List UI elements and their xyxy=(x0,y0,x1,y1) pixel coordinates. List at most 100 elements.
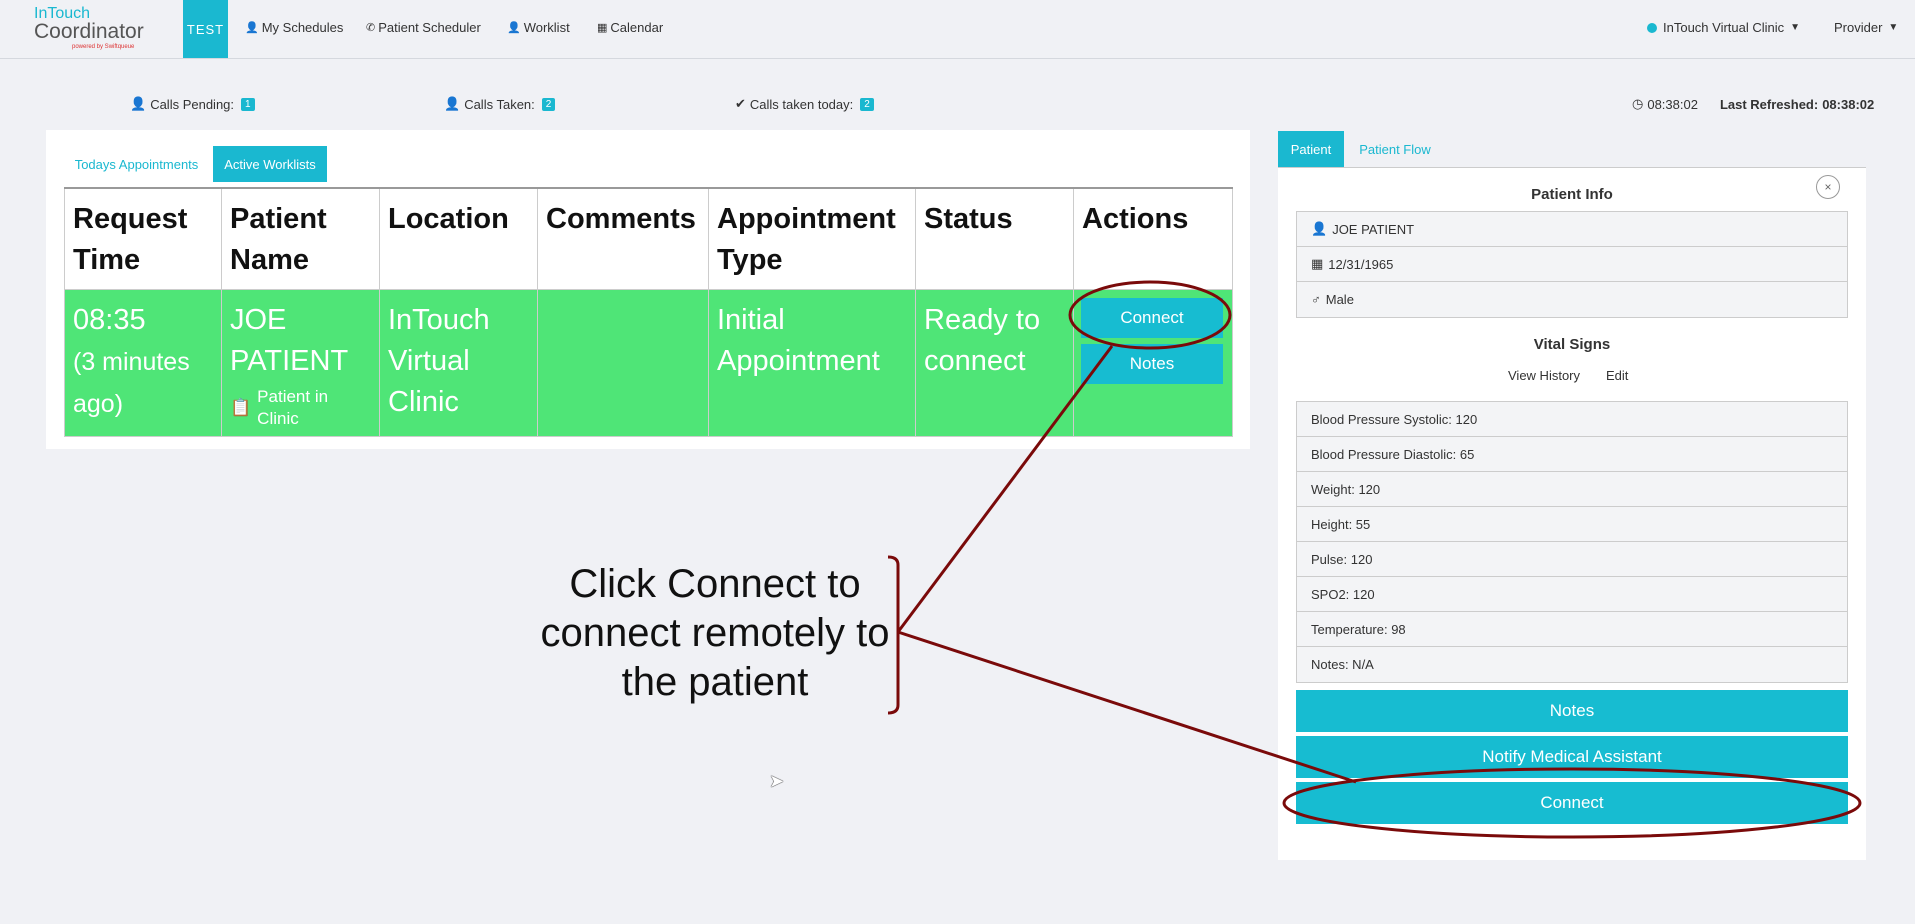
clock-time: 08:38:02 xyxy=(1647,96,1698,112)
clock-icon: ◷ xyxy=(1632,96,1644,111)
chevron-down-icon: ▼ xyxy=(1790,22,1801,33)
user-icon: 👤 xyxy=(245,22,259,34)
patient-info-dob: ▦ 12/31/1965 xyxy=(1297,247,1847,282)
col-header-status[interactable]: Status xyxy=(915,187,1074,290)
patient-info-title: Patient Info xyxy=(1531,186,1613,203)
panel-connect-button[interactable]: Connect xyxy=(1296,782,1848,824)
user-icon: 👤 xyxy=(130,96,147,111)
patient-in-clinic-note: 📋 Patient in Clinic xyxy=(230,386,371,430)
patient-info-dob-text: 12/31/1965 xyxy=(1328,256,1394,272)
table-header-row: Request Time Patient Name Location Comme… xyxy=(64,187,1233,290)
patient-name-value: JOE PATIENT xyxy=(230,304,349,377)
vital-signs-title: Vital Signs xyxy=(1533,336,1611,353)
env-tab-test[interactable]: TEST xyxy=(183,0,228,58)
tab-todays-appointments[interactable]: Todays Appointments xyxy=(64,146,209,182)
calendar-icon: ▦ xyxy=(597,22,608,34)
request-time-ago: (3 minutes ago) xyxy=(73,348,190,418)
vital-notes: Notes: N/A xyxy=(1311,657,1374,672)
calls-taken-stat: 👤 Calls Taken: 2 xyxy=(444,96,556,112)
nav-patient-scheduler-label: Patient Scheduler xyxy=(378,20,481,35)
cell-comments xyxy=(537,289,709,437)
tab-divider xyxy=(1278,167,1866,168)
request-time-value: 08:35 xyxy=(73,304,146,336)
logo-sub-text: powered by Swiftqueue xyxy=(72,44,135,50)
vital-height: Height: 55 xyxy=(1297,507,1847,542)
col-header-appointment-type[interactable]: Appointment Type xyxy=(708,187,916,290)
appointments-table: Request Time Patient Name Location Comme… xyxy=(64,187,1233,437)
nav-my-schedules-label: My Schedules xyxy=(261,20,344,35)
nav-worklist-label: Worklist xyxy=(523,20,570,35)
calls-pending-badge: 1 xyxy=(241,97,255,111)
panel-notes-button[interactable]: Notes xyxy=(1296,690,1848,732)
annotation-callout-text: Click Connect to connect remotely to the… xyxy=(540,562,890,704)
notify-medical-assistant-button[interactable]: Notify Medical Assistant xyxy=(1296,736,1848,778)
clipboard-icon: 📋 xyxy=(230,398,252,417)
col-header-request-time[interactable]: Request Time xyxy=(64,187,222,290)
calls-pending-stat: 👤 Calls Pending: 1 xyxy=(130,96,255,112)
male-icon: ♂ xyxy=(1311,292,1321,307)
cell-actions: Connect Notes xyxy=(1073,289,1233,437)
logo-main-text: Coordinator xyxy=(34,20,144,43)
cell-patient-name: JOE PATIENT 📋 Patient in Clinic xyxy=(221,289,380,437)
check-circle-icon: ✔ xyxy=(735,96,746,111)
calls-pending-label: Calls Pending: xyxy=(150,96,235,112)
clinic-selector[interactable]: InTouch Virtual Clinic ▼ xyxy=(1647,20,1800,35)
vital-temperature: Temperature: 98 xyxy=(1297,612,1847,647)
patient-info-box: 👤 JOE PATIENT ▦ 12/31/1965 ♂ Male xyxy=(1296,211,1848,318)
row-connect-button[interactable]: Connect xyxy=(1081,298,1223,338)
col-header-comments[interactable]: Comments xyxy=(537,187,709,290)
col-header-actions: Actions xyxy=(1073,187,1233,290)
provider-menu-label: Provider xyxy=(1834,20,1883,35)
cell-appointment-type: Initial Appointment xyxy=(708,289,916,437)
cell-request-time: 08:35 (3 minutes ago) xyxy=(64,289,222,437)
patient-note-text: Patient in Clinic xyxy=(257,387,329,428)
nav-calendar-label: Calendar xyxy=(610,20,664,35)
nav-worklist[interactable]: 👤 Worklist xyxy=(507,20,570,35)
col-header-patient-name[interactable]: Patient Name xyxy=(221,187,380,290)
calendar-icon: ▦ xyxy=(1311,256,1324,271)
user-md-icon: 👤 xyxy=(507,22,521,34)
row-notes-button[interactable]: Notes xyxy=(1081,344,1223,384)
calls-today-badge: 2 xyxy=(860,97,874,111)
nav-calendar[interactable]: ▦ Calendar xyxy=(597,20,663,35)
last-refreshed-label: Last Refreshed: xyxy=(1719,96,1819,112)
app-logo[interactable]: InTouch Coordinator powered by Swiftqueu… xyxy=(34,6,144,51)
patient-info-name: 👤 JOE PATIENT xyxy=(1297,212,1847,247)
patient-info-name-text: JOE PATIENT xyxy=(1332,221,1415,237)
clinic-selector-label: InTouch Virtual Clinic xyxy=(1663,20,1785,35)
last-refreshed-time: 08:38:02 xyxy=(1822,96,1875,112)
top-navbar: InTouch Coordinator powered by Swiftqueu… xyxy=(0,0,1915,59)
patient-info-sex: ♂ Male xyxy=(1297,282,1847,317)
col-header-location[interactable]: Location xyxy=(379,187,538,290)
cell-status: Ready to connect xyxy=(915,289,1074,437)
calls-taken-badge: 2 xyxy=(541,97,556,111)
vital-spo2: SPO2: 120 xyxy=(1297,577,1847,612)
edit-vitals-link[interactable]: Edit xyxy=(1606,368,1628,383)
phone-icon: ✆ xyxy=(366,22,376,34)
chevron-down-icon: ▼ xyxy=(1888,22,1899,33)
nav-patient-scheduler[interactable]: ✆ Patient Scheduler xyxy=(366,20,481,35)
table-row[interactable]: 08:35 (3 minutes ago) JOE PATIENT 📋 Pati… xyxy=(64,289,1233,437)
calls-taken-label: Calls Taken: xyxy=(464,96,535,112)
clock-display: ◷ 08:38:02 Last Refreshed: 08:38:02 xyxy=(1632,96,1874,112)
calls-today-label: Calls taken today: xyxy=(749,96,854,112)
vital-bp-systolic: Blood Pressure Systolic: 120 xyxy=(1297,402,1847,437)
vital-signs-actions: View History Edit xyxy=(1508,368,1628,383)
calls-today-stat: ✔ Calls taken today: 2 xyxy=(735,96,874,112)
tab-patient[interactable]: Patient xyxy=(1278,131,1344,167)
view-history-link[interactable]: View History xyxy=(1508,368,1580,383)
mouse-cursor-icon: ➤ xyxy=(769,771,785,791)
nav-my-schedules[interactable]: 👤 My Schedules xyxy=(245,20,343,35)
patient-info-sex-text: Male xyxy=(1325,292,1354,307)
tab-active-worklists[interactable]: Active Worklists xyxy=(213,146,327,182)
cell-location: InTouch Virtual Clinic xyxy=(379,289,538,437)
tab-patient-flow[interactable]: Patient Flow xyxy=(1348,131,1442,167)
vital-bp-diastolic: Blood Pressure Diastolic: 65 xyxy=(1297,437,1847,472)
vital-weight: Weight: 120 xyxy=(1297,472,1847,507)
user-icon: 👤 xyxy=(1311,221,1328,236)
user-md-icon: 👤 xyxy=(444,96,461,111)
provider-menu[interactable]: Provider ▼ xyxy=(1834,20,1898,35)
vital-signs-box: Blood Pressure Systolic: 120 Blood Press… xyxy=(1296,401,1848,683)
status-dot-icon xyxy=(1647,22,1657,33)
vital-pulse: Pulse: 120 xyxy=(1297,542,1847,577)
